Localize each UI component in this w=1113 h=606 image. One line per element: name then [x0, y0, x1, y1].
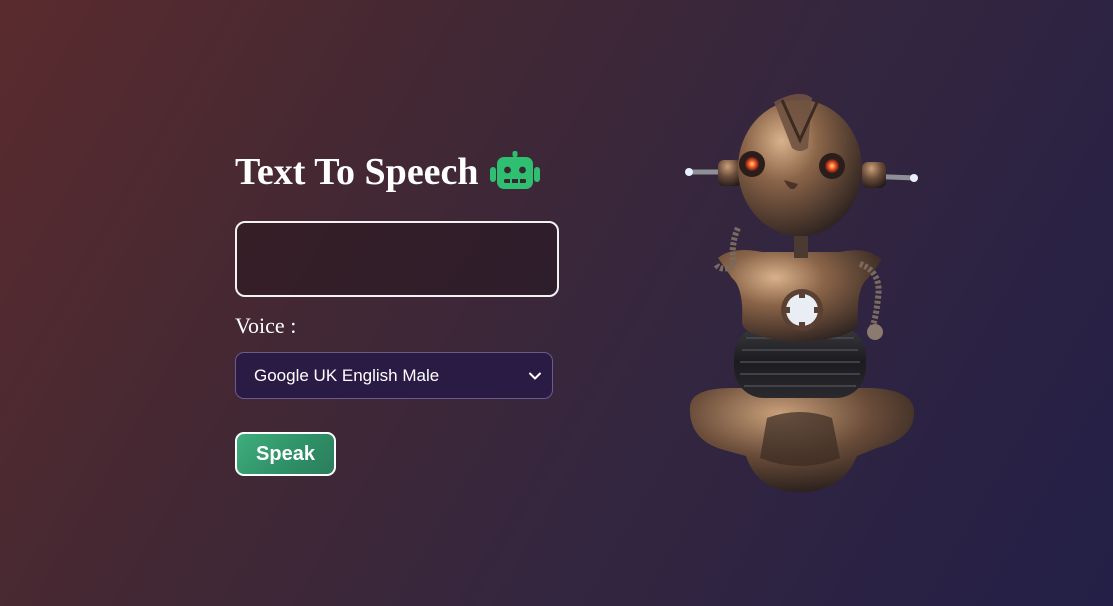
tts-panel: Text To Speech Voice : Google UK English… [235, 150, 565, 476]
voice-label: Voice : [235, 313, 297, 338]
voice-select[interactable]: Google UK English Male [235, 352, 553, 399]
voice-selected-value: Google UK English Male [254, 365, 440, 385]
title-row: Text To Speech [235, 150, 565, 194]
text-input[interactable] [235, 221, 559, 297]
page-title: Text To Speech [235, 151, 479, 193]
robot-icon [489, 151, 541, 193]
chevron-down-icon [528, 369, 542, 383]
robot-illustration [672, 88, 932, 498]
speak-button[interactable]: Speak [235, 432, 336, 476]
